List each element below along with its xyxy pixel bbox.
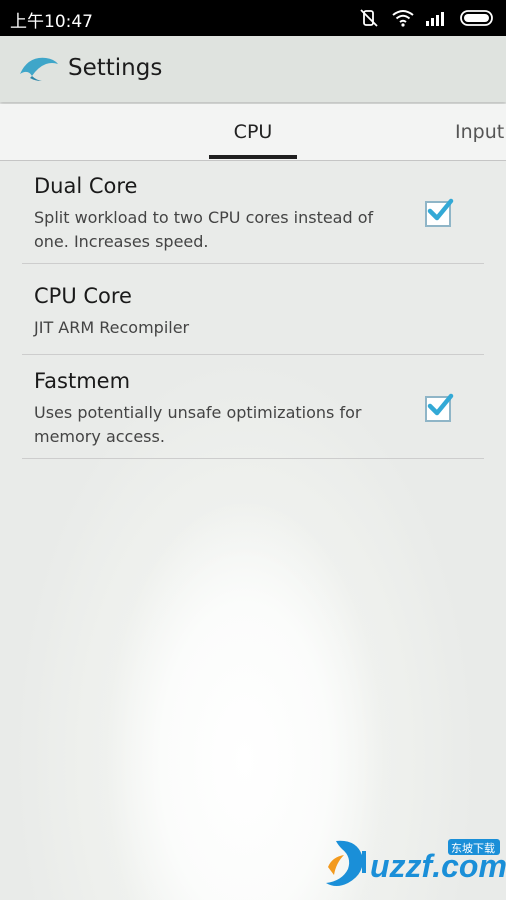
setting-title: CPU Core — [34, 284, 132, 308]
status-icons — [358, 6, 496, 30]
dolphin-logo-icon[interactable] — [18, 54, 60, 82]
setting-dual-core[interactable]: Dual Core Split workload to two CPU core… — [22, 161, 484, 264]
setting-summary: Split workload to two CPU cores instead … — [34, 208, 374, 251]
settings-list: Dual Core Split workload to two CPU core… — [22, 161, 484, 459]
tab-cpu[interactable]: CPU — [209, 121, 297, 143]
dual-core-checkbox[interactable] — [425, 198, 454, 227]
wifi-icon — [392, 9, 414, 27]
setting-fastmem[interactable]: Fastmem Uses potentially unsafe optimiza… — [22, 355, 484, 459]
setting-summary: JIT ARM Recompiler — [34, 318, 190, 337]
status-bar: 上午10:47 — [0, 0, 506, 36]
uzzf-watermark: uzzf.com 东坡下载 — [322, 833, 506, 893]
watermark-tagline: 东坡下载 — [451, 842, 495, 855]
tab-indicator — [209, 155, 297, 159]
mute-icon — [358, 7, 380, 29]
signal-icon — [426, 10, 448, 26]
battery-icon — [460, 9, 496, 27]
setting-title: Fastmem — [34, 369, 131, 393]
app-bar: Settings — [0, 36, 506, 102]
fastmem-checkbox[interactable] — [425, 393, 454, 422]
setting-summary: Uses potentially unsafe optimizations fo… — [34, 403, 362, 446]
status-time: 上午10:47 — [10, 12, 93, 32]
page-title: Settings — [68, 55, 163, 81]
setting-title: Dual Core — [34, 174, 138, 198]
tab-input[interactable]: Input — [455, 121, 504, 143]
uzzf-logo-icon: uzzf.com 东坡下载 — [326, 839, 506, 886]
checkmark-icon — [427, 198, 454, 221]
tab-bar: CPU Input — [0, 104, 506, 161]
setting-cpu-core[interactable]: CPU Core JIT ARM Recompiler — [22, 264, 484, 355]
checkmark-icon — [427, 393, 454, 416]
